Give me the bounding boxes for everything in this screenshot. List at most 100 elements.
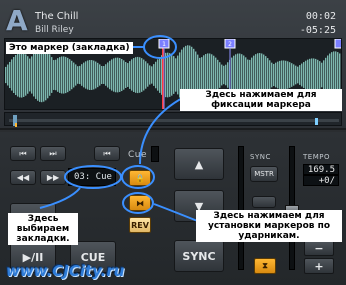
waveform-bar [281,60,283,90]
waveform-bar [313,58,315,92]
waveform-bar [5,66,7,84]
waveform-bar [277,61,279,89]
track-artist: Bill Riley [35,25,74,35]
skip-back-icon: ⏮ [103,148,111,158]
waveform-bar [153,64,155,86]
waveform-bar [15,54,17,96]
waveform-bar [57,58,59,92]
svg-text:1: 1 [162,41,166,48]
waveform-bar [267,58,269,92]
triangle-up-icon: ▲ [194,157,204,171]
annotation-select: Здесь выбираем закладки. [8,213,78,245]
waveform-bar [157,59,159,91]
waveform-bar [249,59,251,91]
volume-fader-track[interactable] [238,146,244,270]
waveform-bar [173,56,175,94]
pitch-range-button[interactable] [252,196,276,208]
waveform-bar [133,58,135,92]
waveform-bar [111,59,113,91]
cue-select-display[interactable]: 03: Cue [68,168,116,186]
waveform-bar [223,65,225,85]
waveform-bar [301,63,303,87]
track-title: The Chill [35,11,79,22]
waveform-bar [275,62,277,88]
waveform-bar [147,63,149,87]
annotation-marker: Это маркер (закладка) [6,42,133,54]
waveform-bar [31,56,33,94]
waveform-bar [95,61,97,89]
waveform-bar [105,64,107,86]
waveform-bar [199,57,201,93]
waveform-bar [77,66,79,84]
tempo-plus-button[interactable]: + [304,258,334,274]
waveform-bar [319,61,321,89]
key-lock-button[interactable]: ⧗ [254,258,276,274]
waveform-bar [125,62,127,88]
waveform-bar [85,61,87,89]
waveform-bar [9,61,11,89]
rewind-button[interactable]: ◀◀ [10,170,36,185]
waveform-bar [87,60,89,90]
waveform-bar [61,56,63,94]
waveform-bar [251,57,253,93]
waveform-bar [149,65,151,85]
reverse-button[interactable]: REV [129,217,151,233]
pitch-bend-up-button[interactable]: ▲ [174,148,224,180]
waveform-bar [11,59,13,91]
waveform-bar [27,56,29,94]
waveform-bar [35,51,37,99]
waveform-bar [305,60,307,90]
key-icon: ⧗ [262,261,268,270]
track-overview[interactable] [4,112,342,127]
sync-button[interactable]: SYNC [174,240,224,272]
waveform-bar [127,63,129,87]
waveform-bar [321,62,323,88]
waveform-bar [139,57,141,93]
waveform-bar [143,59,145,91]
fast-forward-button[interactable]: ▶▶ [40,170,66,185]
waveform-bar [245,57,247,93]
time-remaining: -05:25 [299,25,336,36]
bounce-icon: ⧓ [136,198,144,208]
cue-slot-strip [151,146,159,162]
waveform-bar [291,63,293,87]
tempo-minus-button[interactable]: − [304,240,334,256]
waveform-bar [45,49,47,101]
waveform-bar [25,54,27,96]
waveform-bar [75,64,77,86]
waveform-bar [67,57,69,93]
next-track-button[interactable]: ⏭ [40,146,66,161]
rewind-icon: ◀◀ [16,173,30,182]
waveform-bar [107,62,109,88]
waveform-bar [219,62,221,88]
waveform-bar [33,53,35,97]
waveform-bar [293,64,295,86]
waveform-bar [295,65,297,85]
waveform-bar [73,62,75,88]
skip-back-icon: ⏮ [19,148,27,158]
waveform-bar [7,64,9,86]
waveform-bar [309,58,311,92]
waveform-bar [135,57,137,93]
cue-marker-3[interactable] [334,39,342,49]
beat-marker-button[interactable]: ⧓ [129,195,151,211]
fast-forward-icon: ▶▶ [46,173,60,182]
cue-label: Cue [128,150,148,160]
waveform-bar [129,61,131,89]
waveform-bar [325,57,327,93]
lock-marker-button[interactable]: 🔒 [129,170,151,186]
waveform-bar [29,58,31,92]
master-button[interactable]: MSTR [250,166,278,182]
waveform-bar [215,57,217,93]
waveform-bar [91,60,93,90]
deck-letter: A [6,4,28,37]
waveform-bar [227,62,229,88]
waveform-bar [23,53,25,97]
waveform-bar [273,63,275,87]
waveform-bar [141,58,143,92]
waveform-bar [167,52,169,98]
prev-track-button[interactable]: ⏮ [10,146,36,161]
waveform-bar [119,58,121,92]
cue-prev-button[interactable]: ⏮ [94,146,120,161]
sync-label: SYNC [250,153,271,161]
